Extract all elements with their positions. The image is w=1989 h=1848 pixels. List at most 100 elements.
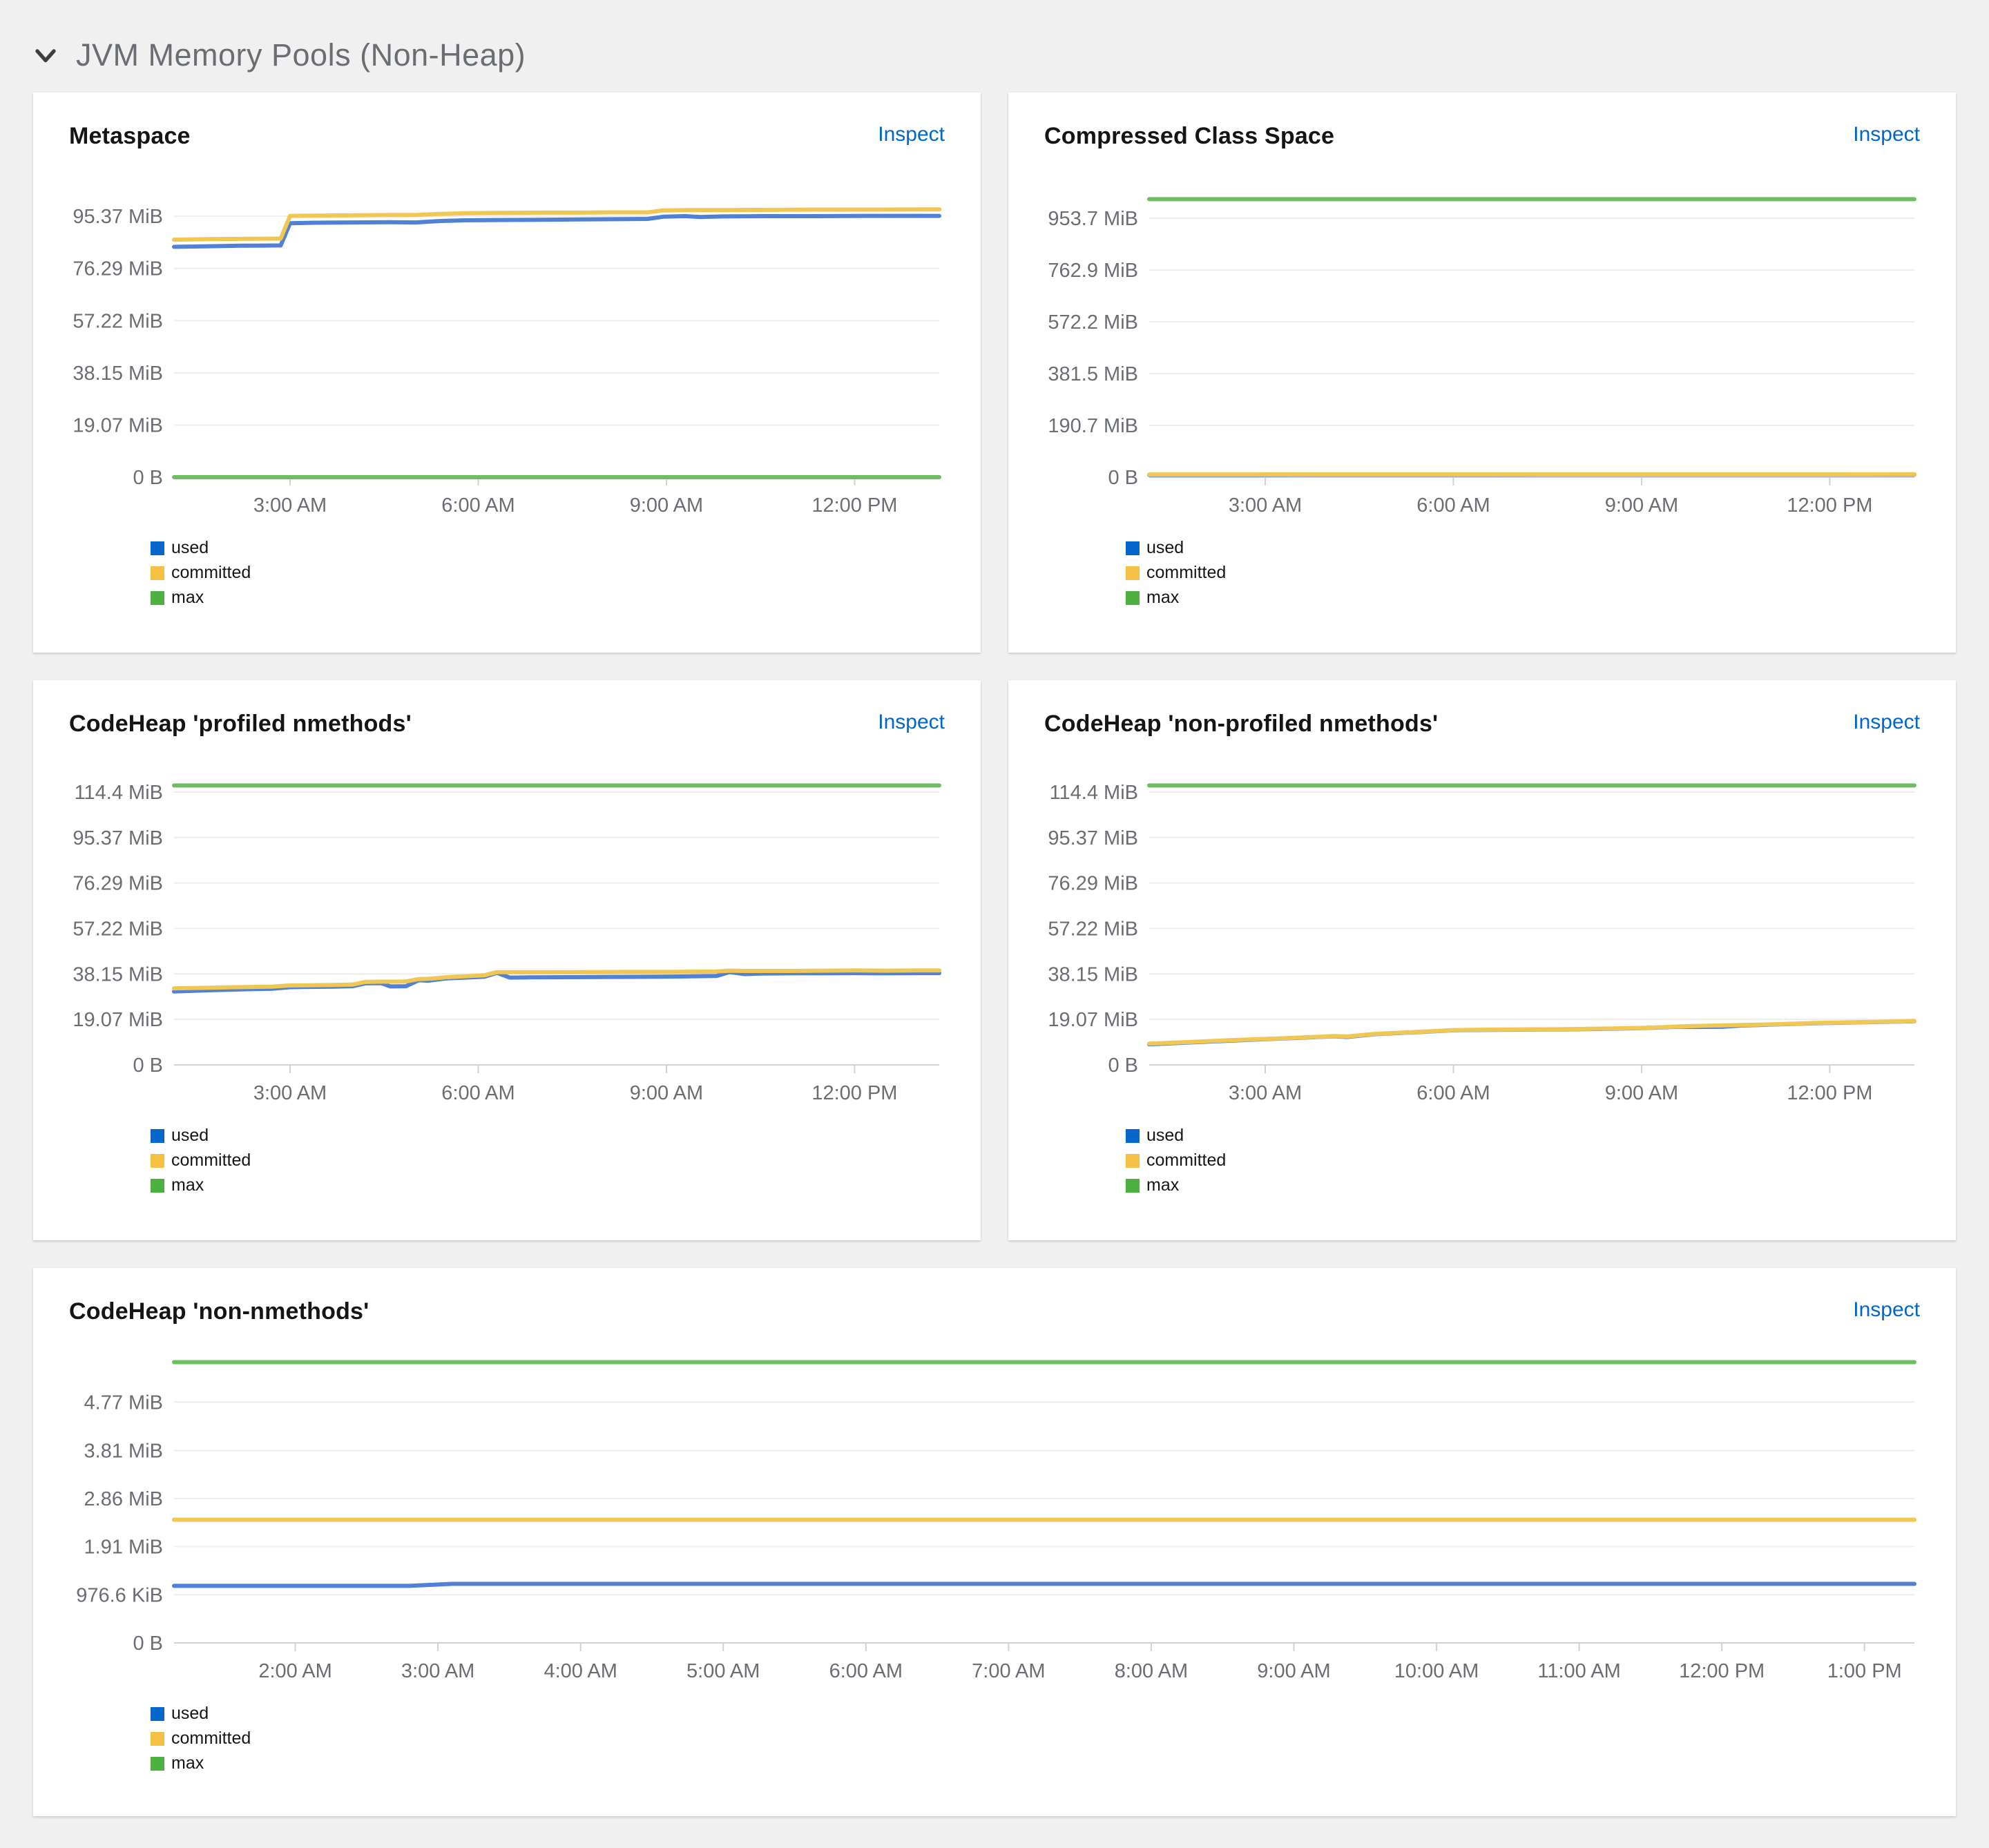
legend-label: used <box>1146 538 1184 557</box>
legend-item-used[interactable]: used <box>151 1704 1920 1724</box>
card-header: CodeHeap 'non-nmethods' Inspect <box>69 1298 1920 1325</box>
x-tick-label: 12:00 PM <box>811 494 897 517</box>
x-tick-label: 1:00 PM <box>1827 1660 1902 1682</box>
chart-title: CodeHeap 'profiled nmethods' <box>69 711 412 737</box>
y-tick-label: 76.29 MiB <box>1048 873 1138 895</box>
legend-item-committed[interactable]: committed <box>1126 1151 1920 1171</box>
y-tick-label: 1.91 MiB <box>84 1536 163 1558</box>
legend-label: committed <box>171 563 251 582</box>
legend-item-max[interactable]: max <box>151 1175 945 1195</box>
max-swatch-icon <box>151 590 164 605</box>
x-tick-label: 10:00 AM <box>1394 1660 1479 1682</box>
legend-label: max <box>1146 1175 1180 1195</box>
y-tick-label: 114.4 MiB <box>1050 782 1138 804</box>
committed-swatch-icon <box>151 1153 164 1168</box>
x-tick-label: 4:00 AM <box>544 1660 617 1682</box>
x-tick-label: 5:00 AM <box>686 1660 760 1682</box>
legend-label: max <box>1146 588 1180 607</box>
max-swatch-icon <box>1126 590 1140 605</box>
y-tick-label: 762.9 MiB <box>1048 260 1138 282</box>
chevron-down-icon[interactable] <box>33 43 58 68</box>
y-tick-label: 2.86 MiB <box>84 1488 163 1510</box>
y-tick-label: 38.15 MiB <box>73 363 163 385</box>
inspect-link[interactable]: Inspect <box>878 711 945 734</box>
legend-item-committed[interactable]: committed <box>1126 563 1920 583</box>
legend-label: committed <box>1146 563 1227 582</box>
inspect-link[interactable]: Inspect <box>1853 1298 1920 1322</box>
legend-item-max[interactable]: max <box>1126 1175 1920 1195</box>
chart-title: Compressed Class Space <box>1044 123 1335 149</box>
chart-title: Metaspace <box>69 123 191 149</box>
y-tick-label: 57.22 MiB <box>73 310 163 332</box>
legend-item-used[interactable]: used <box>1126 1126 1920 1146</box>
inspect-link[interactable]: Inspect <box>1853 711 1920 734</box>
committed-series-line <box>1147 1019 1916 1046</box>
legend-label: used <box>171 1704 209 1723</box>
y-tick-label: 572.2 MiB <box>1048 311 1138 334</box>
chart-card-codeheap-non-nmethods: CodeHeap 'non-nmethods' Inspect 0 B 976.6… <box>33 1268 1956 1816</box>
chart-legend: used committed max <box>151 1126 945 1195</box>
chart-title: CodeHeap 'non-profiled nmethods' <box>1044 711 1439 737</box>
legend-item-max[interactable]: max <box>151 588 945 608</box>
legend-label: committed <box>1146 1151 1227 1170</box>
line-chart-canvas[interactable]: 0 B 976.6 KiB 1.91 MiB 2.86 MiB 3.81 MiB 4.77… <box>69 1346 1920 1683</box>
y-tick-label: 76.29 MiB <box>73 873 163 895</box>
committed-swatch-icon <box>1126 566 1140 580</box>
card-header: CodeHeap 'non-profiled nmethods' Inspect <box>1044 711 1920 738</box>
chart-legend: used committed max <box>151 1704 1920 1773</box>
line-chart-canvas[interactable]: 0 B 19.07 MiB 38.15 MiB 57.22 MiB 76.29 MiB 9… <box>69 768 945 1105</box>
x-tick-label: 6:00 AM <box>1416 494 1490 517</box>
y-tick-label: 0 B <box>133 467 163 489</box>
x-tick-label: 9:00 AM <box>1605 494 1678 517</box>
used-swatch-icon <box>1126 541 1140 555</box>
y-tick-label: 381.5 MiB <box>1048 363 1138 385</box>
y-tick-label: 976.6 KiB <box>76 1584 163 1606</box>
y-tick-label: 38.15 MiB <box>73 963 163 985</box>
y-tick-label: 0 B <box>1108 1055 1138 1077</box>
x-tick-label: 12:00 PM <box>1679 1660 1765 1682</box>
y-tick-label: 114.4 MiB <box>75 782 163 804</box>
line-chart-canvas[interactable]: 0 B 19.07 MiB 38.15 MiB 57.22 MiB 76.29 MiB 9… <box>1044 768 1920 1105</box>
section-header: JVM Memory Pools (Non-Heap) <box>0 0 1989 93</box>
x-tick-label: 7:00 AM <box>972 1660 1045 1682</box>
legend-label: max <box>171 1753 204 1773</box>
inspect-link[interactable]: Inspect <box>878 123 945 146</box>
chart-card-codeheap-non-profiled-nmethods: CodeHeap 'non-profiled nmethods' Inspect… <box>1008 680 1956 1240</box>
x-tick-label: 3:00 AM <box>401 1660 474 1682</box>
legend-label: max <box>171 588 204 607</box>
y-tick-label: 19.07 MiB <box>1048 1009 1138 1031</box>
y-tick-label: 57.22 MiB <box>73 918 163 940</box>
used-series-line <box>172 970 941 994</box>
y-tick-label: 57.22 MiB <box>1048 918 1138 940</box>
legend-item-max[interactable]: max <box>151 1753 1920 1773</box>
x-tick-label: 6:00 AM <box>1416 1082 1490 1104</box>
legend-item-committed[interactable]: committed <box>151 563 945 583</box>
y-tick-label: 190.7 MiB <box>1048 415 1138 437</box>
line-chart-canvas[interactable]: 0 B 190.7 MiB 381.5 MiB 572.2 MiB 762.9 MiB 9… <box>1044 180 1920 517</box>
legend-item-used[interactable]: used <box>1126 538 1920 558</box>
legend-item-committed[interactable]: committed <box>151 1729 1920 1749</box>
y-tick-label: 0 B <box>1108 467 1138 489</box>
y-tick-label: 0 B <box>133 1633 163 1655</box>
legend-item-max[interactable]: max <box>1126 588 1920 608</box>
legend-item-used[interactable]: used <box>151 538 945 558</box>
line-chart-canvas[interactable]: 0 B 19.07 MiB 38.15 MiB 57.22 MiB 76.29 MiB 9… <box>69 180 945 517</box>
card-header: Metaspace Inspect <box>69 123 945 150</box>
x-tick-label: 6:00 AM <box>441 494 515 517</box>
legend-label: committed <box>171 1729 251 1748</box>
legend-label: max <box>171 1175 204 1195</box>
x-tick-label: 12:00 PM <box>811 1082 897 1104</box>
legend-label: used <box>171 1126 209 1145</box>
section-title: JVM Memory Pools (Non-Heap) <box>76 37 526 73</box>
legend-label: committed <box>171 1151 251 1170</box>
used-swatch-icon <box>151 541 164 555</box>
y-tick-label: 95.37 MiB <box>73 827 163 849</box>
inspect-link[interactable]: Inspect <box>1853 123 1920 146</box>
legend-item-committed[interactable]: committed <box>151 1151 945 1171</box>
committed-swatch-icon <box>151 566 164 580</box>
x-tick-label: 3:00 AM <box>253 1082 327 1104</box>
x-tick-label: 6:00 AM <box>829 1660 903 1682</box>
x-tick-label: 9:00 AM <box>630 1082 703 1104</box>
x-tick-label: 12:00 PM <box>1787 494 1872 517</box>
legend-item-used[interactable]: used <box>151 1126 945 1146</box>
